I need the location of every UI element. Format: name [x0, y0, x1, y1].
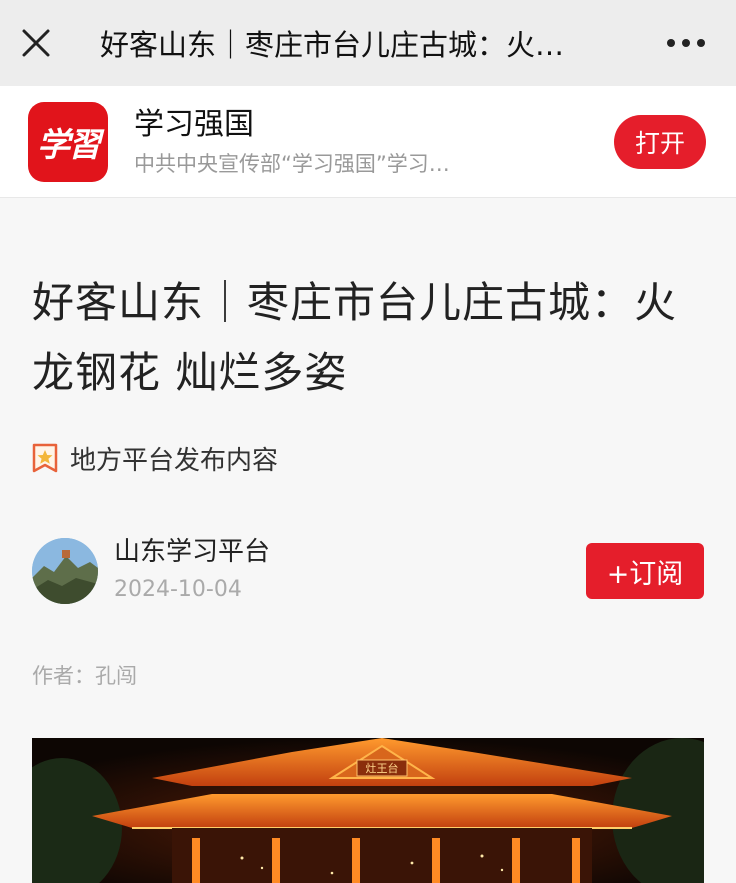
source-label: 地方平台发布内容	[70, 445, 279, 476]
source-tag: 地方平台发布内容	[32, 438, 278, 478]
app-name: 学习强国	[134, 106, 254, 142]
more-button[interactable]	[636, 0, 736, 86]
close-button[interactable]	[0, 0, 72, 86]
app-logo-text: 学習	[37, 124, 101, 164]
avatar-image	[32, 538, 98, 604]
article-title: 好客山东｜枣庄市台儿庄古城：火龙钢花 灿烂多姿	[32, 278, 678, 397]
article-image[interactable]: 灶王台	[32, 738, 704, 883]
image-sign-text: 灶王台	[366, 761, 399, 775]
bookmark-star-icon	[32, 443, 58, 473]
avatar[interactable]	[32, 538, 98, 604]
author-name[interactable]: 山东学习平台	[114, 535, 586, 569]
app-info: 学习强国 中共中央宣传部“学习强国”学习…	[134, 105, 614, 179]
author-info: 山东学习平台 2024-10-04	[114, 535, 586, 607]
page-title: 好客山东｜枣庄市台儿庄古城：火…	[100, 28, 565, 62]
app-download-banner: 学習 学习强国 中共中央宣传部“学习强国”学习… 打开	[0, 86, 736, 198]
publish-date: 2024-10-04	[114, 577, 242, 602]
author-byline: 作者：孔闯	[32, 664, 137, 688]
close-icon	[22, 29, 50, 57]
temple-night-photo: 灶王台	[32, 738, 704, 883]
top-navigation-bar: 好客山东｜枣庄市台儿庄古城：火…	[0, 0, 736, 86]
more-icon	[667, 39, 705, 47]
app-description: 中共中央宣传部“学习强国”学习…	[134, 151, 450, 176]
subscribe-button[interactable]: +订阅	[586, 543, 704, 599]
author-row: 山东学习平台 2024-10-04 +订阅	[32, 536, 704, 606]
app-logo: 学習	[28, 101, 108, 182]
open-app-button[interactable]: 打开	[614, 114, 706, 169]
